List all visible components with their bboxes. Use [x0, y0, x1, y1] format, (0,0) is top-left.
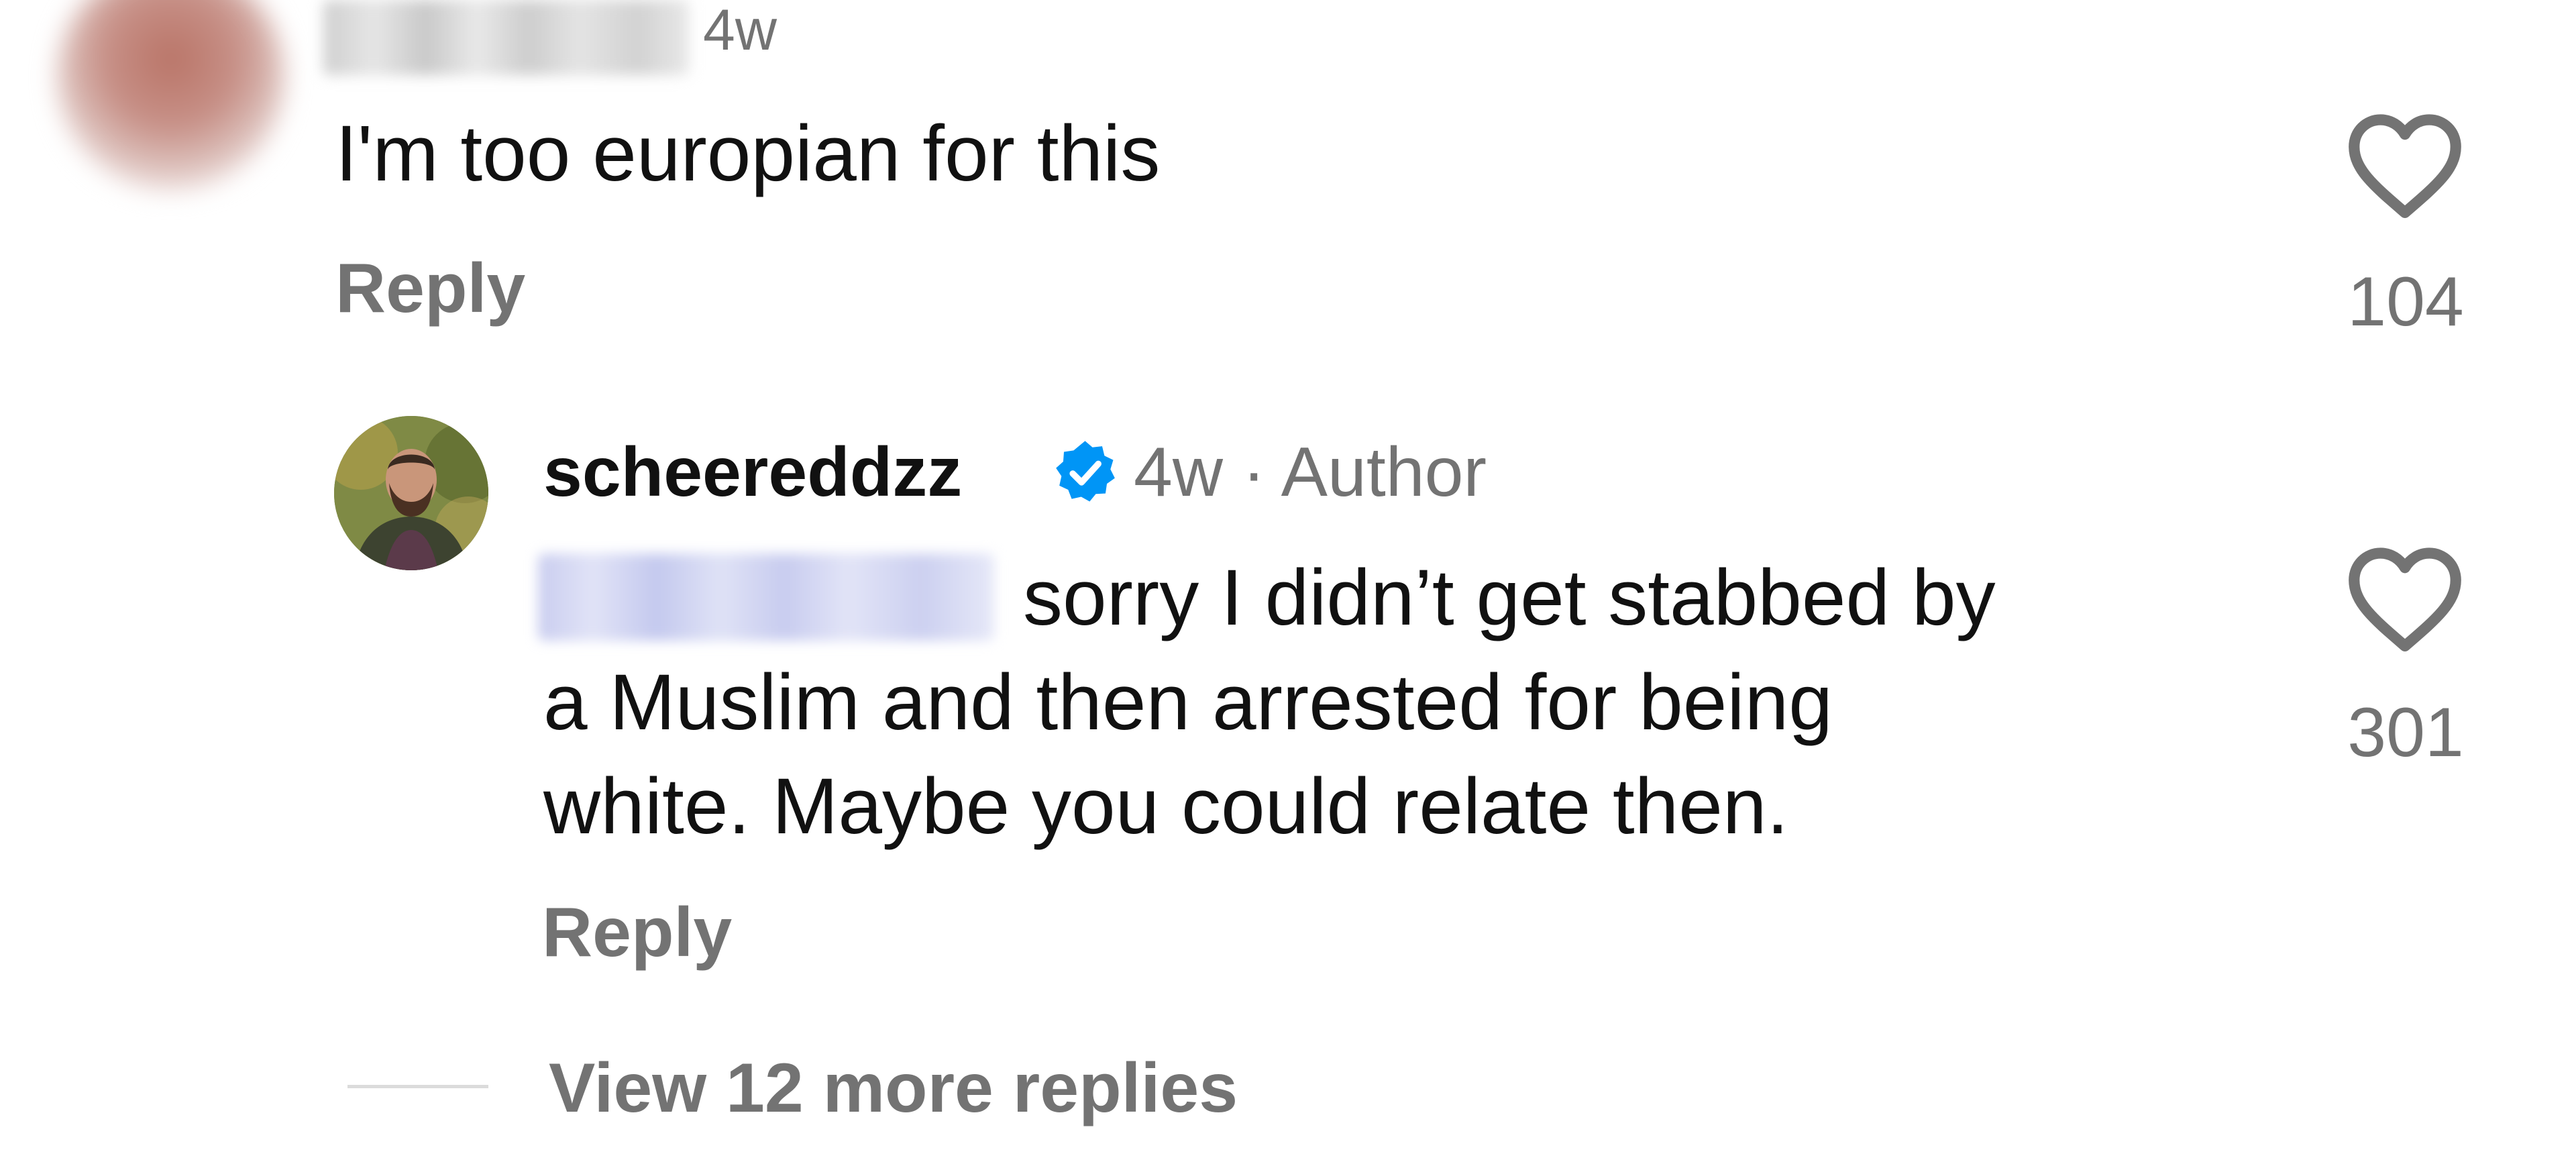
author-avatar-photo: [334, 416, 488, 570]
reply-meta: 4w · Author: [1134, 433, 1487, 511]
heart-outline-icon: [2349, 114, 2461, 218]
verified-badge-icon: [1050, 437, 1120, 508]
like-button[interactable]: [2341, 107, 2469, 221]
view-more-replies-button[interactable]: View 12 more replies: [549, 1053, 1238, 1123]
reply-text-line: white. Maybe you could relate then.: [543, 762, 1789, 851]
reply-text-line: a Muslim and then arrested for being: [543, 658, 1833, 747]
like-button[interactable]: [2341, 541, 2469, 655]
commenter-username-blurred[interactable]: [323, 0, 689, 75]
author-avatar[interactable]: [334, 416, 488, 570]
comment-text: I'm too europian for this: [335, 109, 1161, 198]
like-count: 301: [2347, 694, 2464, 772]
commenter-avatar-blurred[interactable]: [57, 0, 285, 191]
author-username[interactable]: scheereddzz: [543, 437, 962, 507]
heart-outline-icon: [2349, 547, 2461, 651]
like-count: 104: [2347, 263, 2464, 341]
reply-button[interactable]: Reply: [335, 254, 525, 323]
mention-blurred[interactable]: [538, 554, 994, 641]
replies-divider: [347, 1085, 488, 1088]
reply-button[interactable]: Reply: [542, 898, 732, 967]
reply-text-line: sorry I didn’t get stabbed by: [1023, 554, 1996, 642]
comment-timestamp: 4w: [703, 0, 777, 62]
